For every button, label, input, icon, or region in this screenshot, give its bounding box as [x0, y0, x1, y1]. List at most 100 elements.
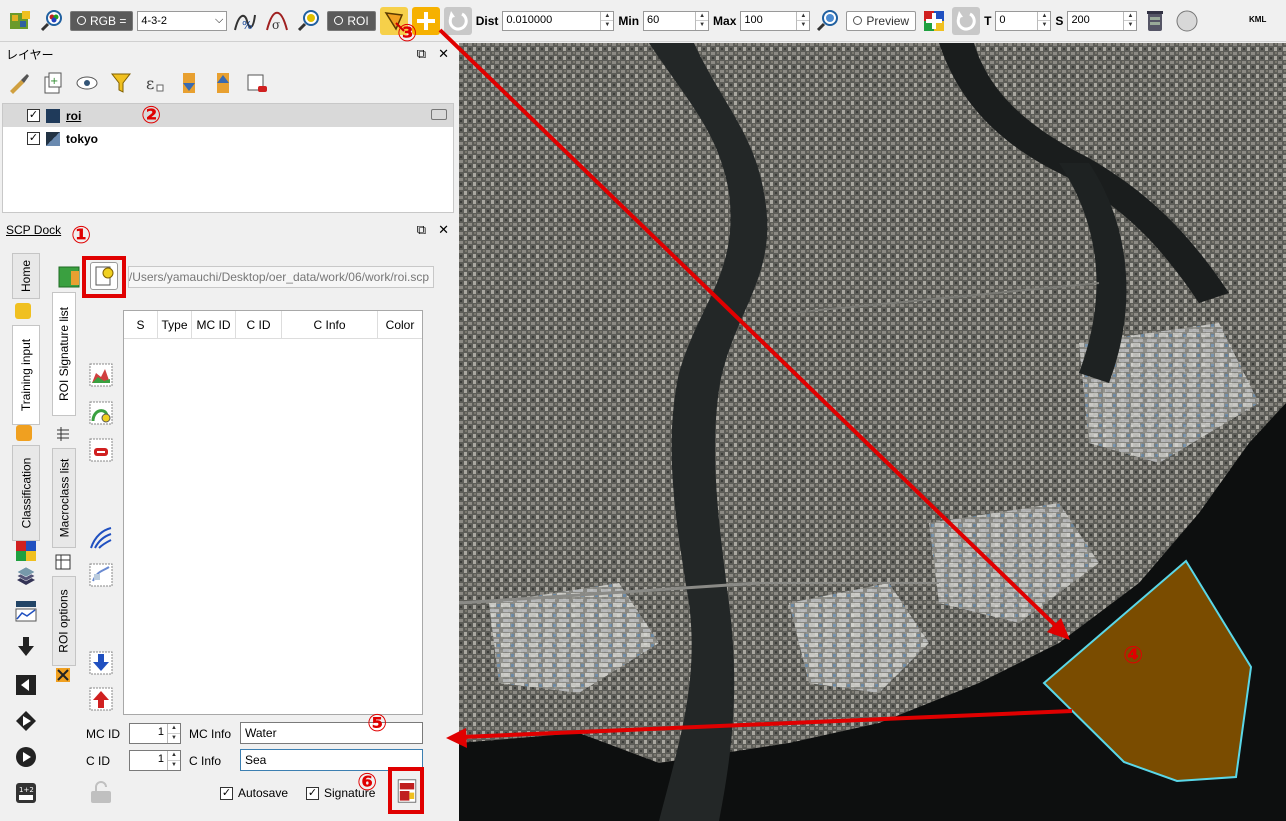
autosave-label: Autosave [238, 786, 289, 800]
spin-arrows-icon[interactable]: ▲ ▼ [600, 11, 614, 30]
table-header: S Type MC ID C ID C Info Color [124, 311, 422, 339]
spin-arrows-icon[interactable]: ▲ ▼ [1037, 11, 1051, 30]
import-signatures-icon[interactable] [88, 650, 114, 676]
dist-spinbox[interactable]: 0.010000 ▲ ▼ [502, 10, 615, 31]
signature-check-icon: ✓ [306, 786, 319, 800]
spin-arrows-icon[interactable]: ▲ ▼ [796, 11, 810, 30]
collapse-all-icon[interactable] [210, 70, 236, 96]
std-dev-stretch-icon[interactable]: σ [263, 7, 291, 35]
remove-layer-icon[interactable] [244, 70, 270, 96]
c-id-spinbox[interactable]: 1 ▲ ▼ [129, 750, 181, 771]
close-icon[interactable]: ✕ [438, 222, 449, 238]
s-spinbox[interactable]: 200 ▲ ▼ [1067, 10, 1138, 31]
scatter-plot-icon[interactable] [88, 400, 114, 426]
merge-signatures-icon[interactable] [88, 525, 114, 551]
local-cumulative-stretch-icon[interactable]: % [231, 7, 259, 35]
layer-row-tokyo[interactable]: ✓ tokyo [3, 127, 453, 150]
scp-dock-tabs: Home Training input Classification [12, 253, 42, 821]
callout-4: ④ [1123, 642, 1144, 669]
layer-style-icon[interactable] [6, 70, 32, 96]
raster-layer-icon [46, 131, 60, 146]
create-training-file-icon[interactable] [56, 264, 82, 290]
visibility-eye-icon[interactable] [74, 70, 100, 96]
training-input-tab-icon [15, 303, 31, 319]
signature-plot-icon[interactable] [88, 362, 114, 388]
training-file-path[interactable]: C:/Users/yamauchi/Desktop/oer_data/work/… [128, 266, 434, 288]
c-id-label: C ID [86, 754, 110, 768]
column-header-mc-id[interactable]: MC ID [192, 311, 236, 338]
training-file-path-value: C:/Users/yamauchi/Desktop/oer_data/work/… [128, 270, 429, 284]
rgb-toggle[interactable]: RGB = [70, 10, 134, 31]
restore-icon[interactable]: ⧉ [417, 222, 426, 238]
spectral-plot-icon[interactable] [15, 600, 37, 622]
spin-arrows-icon[interactable]: ▲ ▼ [1123, 11, 1137, 30]
max-label: Max [713, 13, 737, 28]
min-spinbox[interactable]: 60 ▲ ▼ [643, 10, 710, 31]
max-spinbox[interactable]: 100 ▲ ▼ [740, 10, 811, 31]
band-processing-icon[interactable] [15, 710, 37, 732]
mc-info-field[interactable]: Water [240, 722, 423, 744]
spin-arrows-icon[interactable]: ▲ ▼ [695, 11, 709, 30]
t-label: T [984, 13, 992, 28]
preview-toggle[interactable]: Preview [846, 10, 917, 31]
tab-roi-signature-list[interactable]: ROI Signature list [52, 292, 76, 416]
spin-arrows-icon[interactable]: ▲ ▼ [167, 724, 180, 743]
redo-roi-icon[interactable] [443, 6, 472, 35]
callout-6: ⑥ [357, 769, 378, 796]
zoom-preview-icon[interactable] [814, 7, 842, 35]
column-header-type[interactable]: Type [158, 311, 192, 338]
tab-classification[interactable]: Classification [12, 445, 40, 541]
tab-label: Classification [19, 457, 34, 529]
kml-icon[interactable] [1173, 7, 1201, 35]
tab-home[interactable]: Home [12, 253, 40, 299]
calculate-signatures-icon[interactable] [88, 562, 114, 588]
delete-signature-icon[interactable] [88, 437, 114, 463]
callout-2: ② [141, 102, 162, 129]
preprocessing-icon[interactable] [15, 674, 37, 696]
spin-arrows-icon[interactable]: ▲ ▼ [167, 751, 180, 770]
tab-roi-options[interactable]: ROI options [52, 576, 76, 666]
layer-row-roi[interactable]: ✓ roi [3, 104, 453, 127]
add-group-icon[interactable]: + [40, 70, 66, 96]
download-icon[interactable] [15, 636, 37, 658]
autosave-checkbox[interactable]: ✓ Autosave [220, 786, 288, 800]
band-set-icon[interactable] [15, 540, 37, 562]
column-header-c-id[interactable]: C ID [236, 311, 282, 338]
scp-menu-icon[interactable] [6, 7, 34, 35]
redo-preview-icon[interactable] [952, 6, 981, 35]
mc-id-spinbox[interactable]: 1 ▲ ▼ [129, 723, 181, 744]
tab-macroclass-list[interactable]: Macroclass list [52, 448, 76, 548]
column-header-color[interactable]: Color [378, 311, 422, 338]
c-info-label: C Info [189, 754, 222, 768]
column-header-s[interactable]: S [124, 311, 158, 338]
roi-signature-table[interactable]: S Type MC ID C ID C Info Color [123, 310, 423, 715]
callout-3: ③ [397, 20, 418, 47]
layers-stack-icon[interactable] [15, 566, 37, 588]
rgb-combo[interactable]: 4-3-2 ⌵ [137, 10, 228, 31]
layer-visibility-checkbox[interactable]: ✓ [27, 132, 40, 145]
remove-temp-files-icon[interactable] [1141, 7, 1169, 35]
zoom-roi-icon[interactable] [295, 7, 323, 35]
classification-preview-icon[interactable] [920, 7, 948, 35]
zoom-rgb-icon[interactable] [38, 7, 66, 35]
restore-icon[interactable]: ⧉ [417, 46, 426, 62]
map-canvas[interactable] [459, 43, 1286, 821]
mc-id-value: 1 [157, 726, 164, 738]
svg-text:1+2: 1+2 [19, 786, 34, 794]
export-signatures-icon[interactable] [88, 686, 114, 712]
layer-tree: ✓ roi ✓ tokyo [2, 103, 454, 213]
band-calc-icon[interactable]: 1+2 [15, 782, 37, 804]
expand-all-icon[interactable] [176, 70, 202, 96]
postprocessing-icon[interactable] [15, 746, 37, 768]
undo-save-icon[interactable] [88, 780, 114, 806]
rgb-label: RGB = [90, 13, 127, 28]
filter-icon[interactable] [108, 70, 134, 96]
column-header-c-info[interactable]: C Info [282, 311, 378, 338]
layer-name: roi [66, 108, 82, 123]
roi-toggle[interactable]: ROI [327, 10, 376, 31]
t-spinbox[interactable]: 0 ▲ ▼ [995, 10, 1052, 31]
tab-training-input[interactable]: Training input [12, 325, 40, 425]
layer-visibility-checkbox[interactable]: ✓ [27, 109, 40, 122]
expression-filter-icon[interactable]: ε [142, 70, 168, 96]
close-icon[interactable]: ✕ [438, 46, 449, 62]
